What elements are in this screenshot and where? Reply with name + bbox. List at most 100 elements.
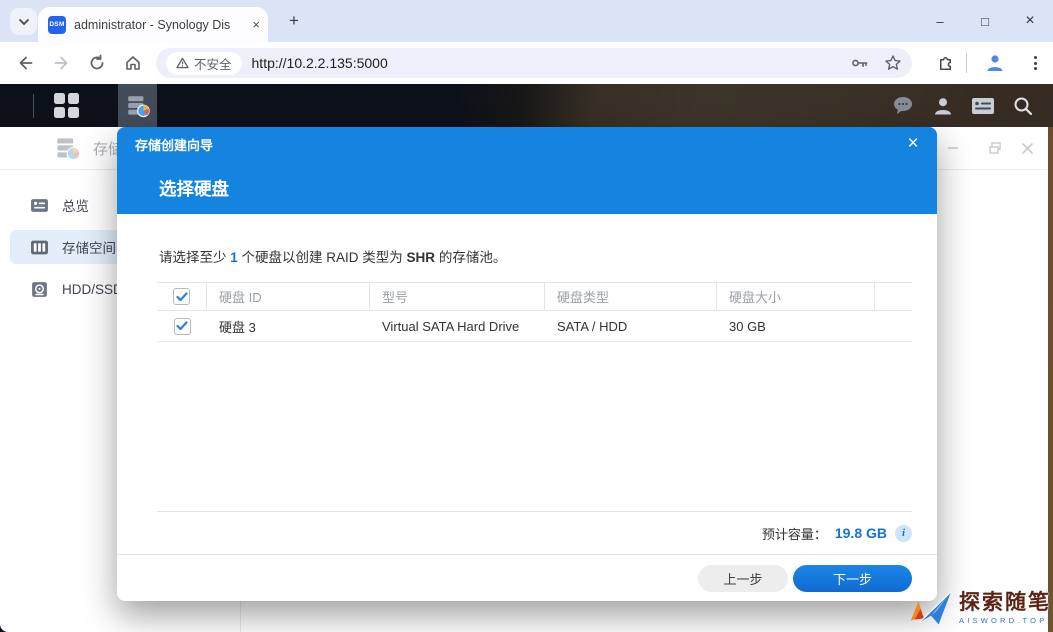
tab-close-icon[interactable]: × xyxy=(252,18,260,31)
minimize-icon xyxy=(946,141,960,155)
row-checkbox-cell xyxy=(157,318,207,335)
raid-type: SHR xyxy=(407,250,436,265)
col-header-spacer xyxy=(875,283,912,310)
browser-titlebar: DSM administrator - Synology Dis × + – □… xyxy=(0,0,1053,42)
close-icon xyxy=(1021,142,1034,155)
url-text[interactable]: http://10.2.2.135:5000 xyxy=(252,55,836,71)
new-tab-button[interactable]: + xyxy=(283,10,305,32)
col-header-disk-size[interactable]: 硬盘大小 xyxy=(717,283,875,310)
storage-creation-wizard-dialog: 存储创建向导 × 选择硬盘 请选择至少 1 个硬盘以创建 RAID 类型为 SH… xyxy=(117,127,937,601)
forward-button[interactable] xyxy=(44,42,78,84)
notifications-button[interactable] xyxy=(883,84,923,127)
next-step-button[interactable]: 下一步 xyxy=(793,565,912,592)
search-icon xyxy=(1012,95,1034,117)
warning-triangle-icon xyxy=(176,57,189,69)
col-header-disk-id[interactable]: 硬盘 ID xyxy=(207,283,370,310)
min-disk-count: 1 xyxy=(230,250,238,265)
browser-menu-button[interactable] xyxy=(1018,42,1052,84)
key-icon xyxy=(850,54,870,72)
taskbar-tray xyxy=(883,84,1043,127)
disk-table: 硬盘 ID 型号 硬盘类型 硬盘大小 硬盘 3 Virtual SATA Har… xyxy=(157,282,912,342)
storage-manager-icon xyxy=(125,93,151,119)
tab-search-button[interactable] xyxy=(10,8,37,35)
disk-table-header: 硬盘 ID 型号 硬盘类型 硬盘大小 xyxy=(157,282,912,311)
overview-icon xyxy=(30,196,49,215)
chat-bubble-icon xyxy=(891,95,915,117)
address-bar[interactable]: 不安全 http://10.2.2.135:5000 xyxy=(156,48,912,78)
sm-minimize-button[interactable] xyxy=(938,133,968,163)
sidebar-label-storage-pool: 存储空间 xyxy=(62,237,116,257)
puzzle-icon xyxy=(936,54,955,73)
widgets-button[interactable] xyxy=(963,84,1003,127)
profile-avatar-icon xyxy=(984,52,1006,74)
reload-icon xyxy=(88,54,106,72)
widget-panel-icon xyxy=(971,96,995,116)
restore-icon xyxy=(988,141,1002,155)
cell-disk-id: 硬盘 3 xyxy=(207,317,370,336)
col-header-disk-type[interactable]: 硬盘类型 xyxy=(545,283,717,310)
window-maximize-button[interactable]: □ xyxy=(968,0,1002,42)
user-icon xyxy=(932,95,954,117)
search-button[interactable] xyxy=(1003,84,1043,127)
hdd-icon xyxy=(30,280,49,299)
toolbar-separator xyxy=(966,53,967,73)
table-row[interactable]: 硬盘 3 Virtual SATA Hard Drive SATA / HDD … xyxy=(157,311,912,342)
forward-arrow-icon xyxy=(52,54,71,72)
home-icon xyxy=(124,54,142,72)
dialog-footer: 上一步 下一步 xyxy=(117,554,937,601)
cell-model: Virtual SATA Hard Drive xyxy=(370,319,545,334)
back-arrow-icon xyxy=(16,54,35,72)
window-close-button[interactable]: × xyxy=(1013,0,1047,42)
cell-disk-size: 30 GB xyxy=(717,319,875,334)
capacity-label: 预计容量： xyxy=(762,524,827,543)
taskbar-separator xyxy=(33,94,34,118)
three-dots-icon xyxy=(1034,56,1037,70)
dialog-close-button[interactable]: × xyxy=(899,130,927,158)
user-options-button[interactable] xyxy=(923,84,963,127)
taskbar-storage-manager-button[interactable] xyxy=(118,84,157,127)
sidebar-label-overview: 总览 xyxy=(62,195,89,215)
check-icon xyxy=(176,292,188,302)
col-header-model[interactable]: 型号 xyxy=(370,283,545,310)
storage-manager-window-icon xyxy=(54,135,81,162)
sm-close-button[interactable] xyxy=(1012,133,1042,163)
main-menu-button[interactable] xyxy=(54,93,80,119)
sm-restore-button[interactable] xyxy=(980,133,1010,163)
storage-pool-icon xyxy=(30,238,49,257)
capacity-row: 预计容量： 19.8 GB i xyxy=(157,520,912,546)
check-icon xyxy=(176,321,188,331)
watermark: 探索随笔 AISWORD.TOP xyxy=(906,586,1051,630)
watermark-title: 探索随笔 xyxy=(959,592,1051,613)
watermark-subtitle: AISWORD.TOP xyxy=(959,616,1047,625)
select-all-cell xyxy=(157,283,207,310)
capacity-divider xyxy=(157,511,912,512)
back-button[interactable] xyxy=(8,42,42,84)
bookmark-star-button[interactable] xyxy=(884,54,902,72)
sidebar-label-hdd-ssd: HDD/SSD xyxy=(62,282,123,297)
previous-step-button[interactable]: 上一步 xyxy=(698,565,788,592)
browser-tab[interactable]: DSM administrator - Synology Dis × xyxy=(38,7,268,42)
profile-button[interactable] xyxy=(978,42,1012,84)
password-key-button[interactable] xyxy=(850,54,870,72)
security-chip[interactable]: 不安全 xyxy=(166,52,242,75)
dialog-title: 存储创建向导 xyxy=(135,135,213,154)
capacity-value: 19.8 GB xyxy=(835,525,887,541)
select-all-checkbox[interactable] xyxy=(173,288,190,305)
dialog-header[interactable] xyxy=(117,127,937,214)
row-checkbox[interactable] xyxy=(174,318,191,335)
watermark-logo-icon xyxy=(906,586,954,630)
sidebar-divider xyxy=(240,601,241,632)
tab-title: administrator - Synology Dis xyxy=(74,18,246,32)
chevron-down-icon xyxy=(18,18,30,26)
dialog-instruction: 请选择至少 1 个硬盘以创建 RAID 类型为 SHR 的存储池。 xyxy=(159,246,506,266)
dsm-favicon: DSM xyxy=(48,16,66,34)
dialog-step-title: 选择硬盘 xyxy=(159,176,229,201)
cell-disk-type: SATA / HDD xyxy=(545,319,717,334)
window-minimize-button[interactable]: – xyxy=(923,0,957,42)
star-icon xyxy=(884,54,902,72)
info-icon[interactable]: i xyxy=(895,525,912,542)
reload-button[interactable] xyxy=(80,42,114,84)
security-label: 不安全 xyxy=(194,54,232,73)
home-button[interactable] xyxy=(116,42,150,84)
extensions-button[interactable] xyxy=(928,42,962,84)
